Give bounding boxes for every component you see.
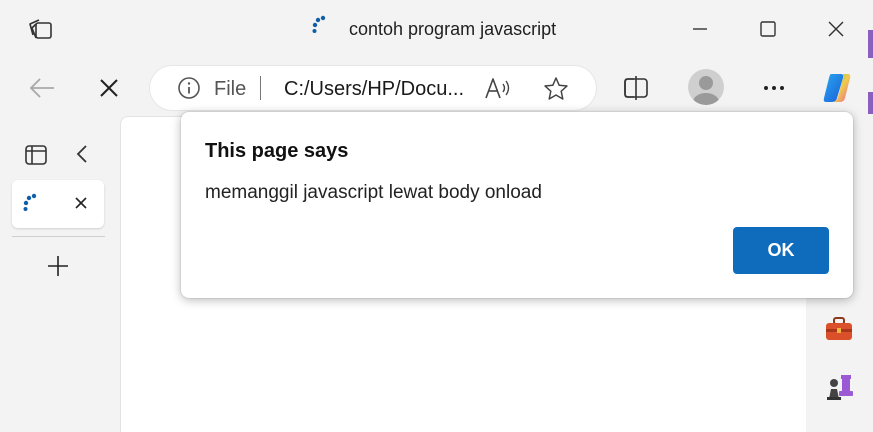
purple-edge-accent xyxy=(868,30,873,58)
split-screen-icon[interactable] xyxy=(618,70,654,106)
alert-dialog: This page says memanggil javascript lewa… xyxy=(181,112,853,298)
workspaces-icon[interactable] xyxy=(27,16,55,44)
info-icon[interactable] xyxy=(177,76,201,100)
sidebar-divider xyxy=(12,236,105,237)
address-bar[interactable]: File C:/Users/HP/Docu... xyxy=(150,66,596,110)
navigation-bar: File C:/Users/HP/Docu... xyxy=(0,58,873,116)
vertical-tab[interactable] xyxy=(12,180,104,228)
back-arrow-icon[interactable] xyxy=(24,70,60,106)
dialog-title: This page says xyxy=(205,140,349,162)
chevron-left-icon[interactable] xyxy=(72,142,94,166)
ok-button[interactable]: OK xyxy=(733,227,829,274)
purple-edge-accent xyxy=(868,92,873,114)
copilot-icon[interactable] xyxy=(819,70,855,106)
title-bar: contoh program javascript xyxy=(0,0,873,58)
maximize-icon[interactable] xyxy=(756,17,780,41)
window-title: contoh program javascript xyxy=(349,19,557,39)
stop-loading-icon[interactable] xyxy=(91,70,127,106)
vertical-tabs-sidebar xyxy=(0,116,120,432)
star-icon[interactable] xyxy=(542,75,570,103)
address-url[interactable]: C:/Users/HP/Docu... xyxy=(284,78,464,101)
close-icon[interactable] xyxy=(72,194,90,212)
loading-spinner-icon xyxy=(311,15,329,35)
chess-games-icon[interactable] xyxy=(824,372,854,402)
minimize-icon[interactable] xyxy=(688,17,712,41)
dialog-message: memanggil javascript lewat body onload xyxy=(205,182,542,203)
read-aloud-icon[interactable] xyxy=(484,76,512,102)
avatar[interactable] xyxy=(688,69,724,105)
address-divider xyxy=(260,76,261,100)
plus-icon[interactable] xyxy=(46,254,70,278)
tab-actions-icon[interactable] xyxy=(24,144,48,166)
close-icon[interactable] xyxy=(824,17,848,41)
toolbox-icon[interactable] xyxy=(824,316,854,342)
more-dots-icon[interactable] xyxy=(756,70,792,106)
loading-spinner-icon xyxy=(22,193,40,213)
address-scheme-label: File xyxy=(214,78,247,100)
